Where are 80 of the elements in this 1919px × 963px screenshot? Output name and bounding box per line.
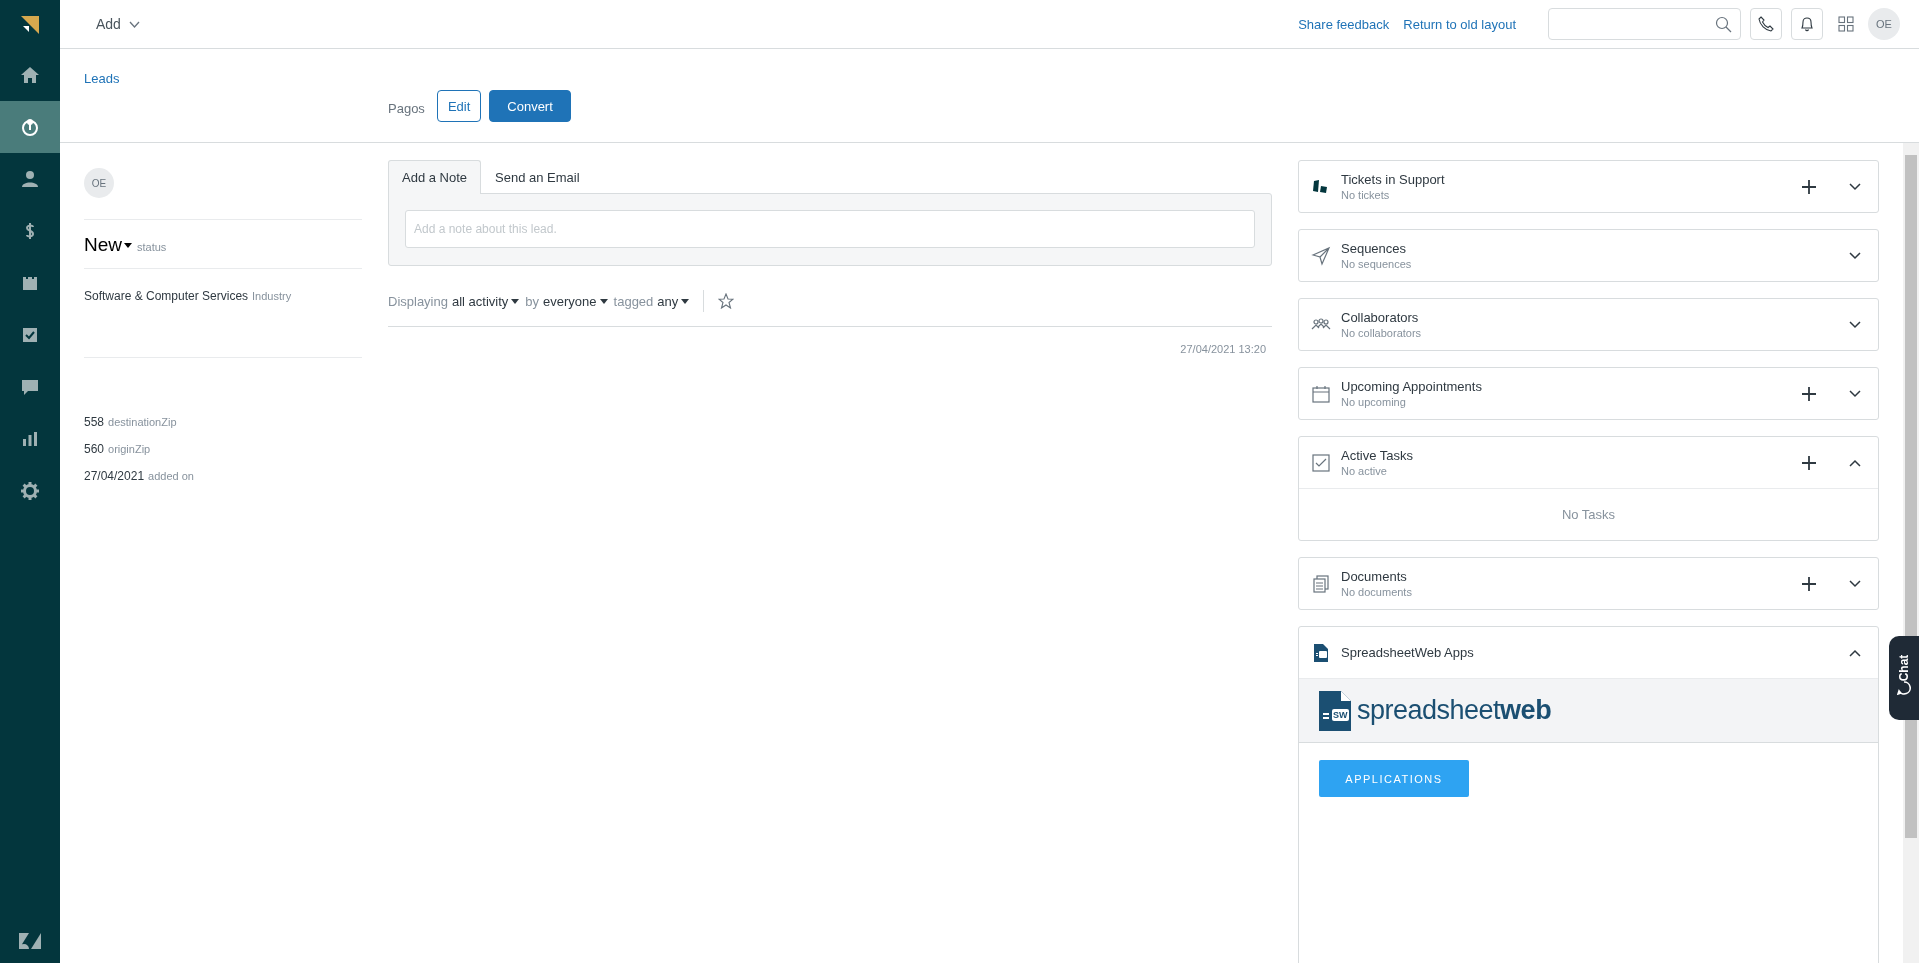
field-value: Software & Computer Services [84, 289, 249, 303]
phone-icon [1758, 16, 1774, 32]
chat-tab[interactable]: Chat [1889, 636, 1919, 720]
documents-icon [1311, 573, 1331, 594]
convert-button[interactable]: Convert [489, 90, 571, 122]
panel-subtitle: No upcoming [1341, 396, 1407, 408]
panel-title: Active Tasks [1341, 448, 1414, 463]
panel-title: Documents [1341, 569, 1408, 584]
panel-subtitle: No collaborators [1341, 327, 1423, 339]
star-icon[interactable] [718, 293, 735, 309]
field-value: 560 [84, 442, 105, 456]
filter-dropdown[interactable]: everyone [543, 293, 608, 309]
panel-title: Collaborators [1341, 310, 1420, 325]
caret-icon [599, 298, 608, 304]
chevron-up-icon [1849, 648, 1861, 657]
logo-icon [19, 933, 41, 949]
person-icon [20, 169, 40, 189]
add-menu[interactable]: Add [96, 12, 140, 36]
bell-icon [1799, 16, 1815, 32]
chevron-down-icon [1849, 251, 1861, 260]
calendar-icon [1311, 383, 1331, 404]
lead-name: Pagos [388, 100, 425, 116]
empty-message: No Tasks [1561, 507, 1616, 522]
filter-dropdown[interactable]: any [657, 293, 690, 309]
caret-icon [511, 298, 520, 304]
chevron-down-icon [128, 20, 140, 28]
header-link[interactable]: Return to old layout [1403, 16, 1516, 32]
caret-icon [124, 242, 132, 248]
notifications-button[interactable] [1791, 8, 1823, 40]
filter-label: by [525, 293, 540, 309]
composer-tab[interactable]: Add a Note [388, 160, 482, 194]
filter-label: tagged [613, 293, 654, 309]
composer-tab[interactable]: Send an Email [481, 160, 594, 194]
logo-wordmark: spreadsheetweb [1357, 695, 1552, 726]
phone-button[interactable] [1750, 8, 1782, 40]
breadcrumb-link[interactable]: Leads [84, 71, 120, 86]
chevron-down-icon [1849, 389, 1861, 398]
panel-title: Upcoming Appointments [1341, 379, 1483, 394]
chevron-down-icon [1849, 182, 1861, 191]
status-dropdown[interactable]: New [84, 234, 132, 256]
header-link[interactable]: Share feedback [1298, 16, 1390, 32]
chevron-down-icon [1849, 579, 1861, 588]
field-label: Industry [252, 290, 292, 302]
field-value: 558 [84, 415, 105, 429]
field-label: status [137, 241, 167, 253]
anchor-icon [20, 117, 40, 137]
panel-title: SpreadsheetWeb Apps [1341, 645, 1475, 660]
chevron-up-icon [1849, 458, 1861, 467]
logo-icon: SW [1319, 690, 1351, 731]
bar-chart-icon [20, 429, 40, 449]
field-label: added on [148, 470, 194, 482]
chevron-down-icon [1849, 320, 1861, 329]
filter-label: Displaying [388, 293, 448, 309]
panel-subtitle: No tickets [1341, 189, 1391, 201]
paper-plane-icon [1311, 245, 1331, 266]
panel-subtitle: No active [1341, 465, 1388, 477]
user-avatar[interactable]: OE [1868, 8, 1900, 40]
activity-timestamp: 27/04/2021 13:20 [1180, 343, 1267, 355]
field-label: originZip [108, 443, 151, 455]
nav-item[interactable] [0, 101, 60, 153]
home-icon [20, 65, 40, 85]
grid-icon[interactable] [1838, 16, 1854, 32]
settings-icon [20, 481, 40, 501]
field-value: 27/04/2021 [84, 469, 145, 483]
filter-dropdown[interactable]: all activity [452, 293, 520, 309]
panel-subtitle: No sequences [1341, 258, 1413, 270]
panel-subtitle: No documents [1341, 586, 1413, 598]
lead-avatar: OE [84, 168, 114, 198]
search-field[interactable] [1548, 8, 1741, 40]
edit-button[interactable]: Edit [436, 90, 482, 122]
panel-title: Sequences [1341, 241, 1408, 256]
checkbox-icon [20, 325, 40, 345]
document-icon [1311, 642, 1331, 663]
note-field[interactable]: Add a note about this lead. [405, 210, 1255, 248]
search-icon [1715, 15, 1732, 33]
field-label: destinationZip [108, 416, 177, 428]
checkbox-icon [1311, 452, 1331, 473]
caret-icon [681, 298, 690, 304]
panel-title: Tickets in Support [1341, 172, 1446, 187]
logo-icon [21, 15, 39, 34]
